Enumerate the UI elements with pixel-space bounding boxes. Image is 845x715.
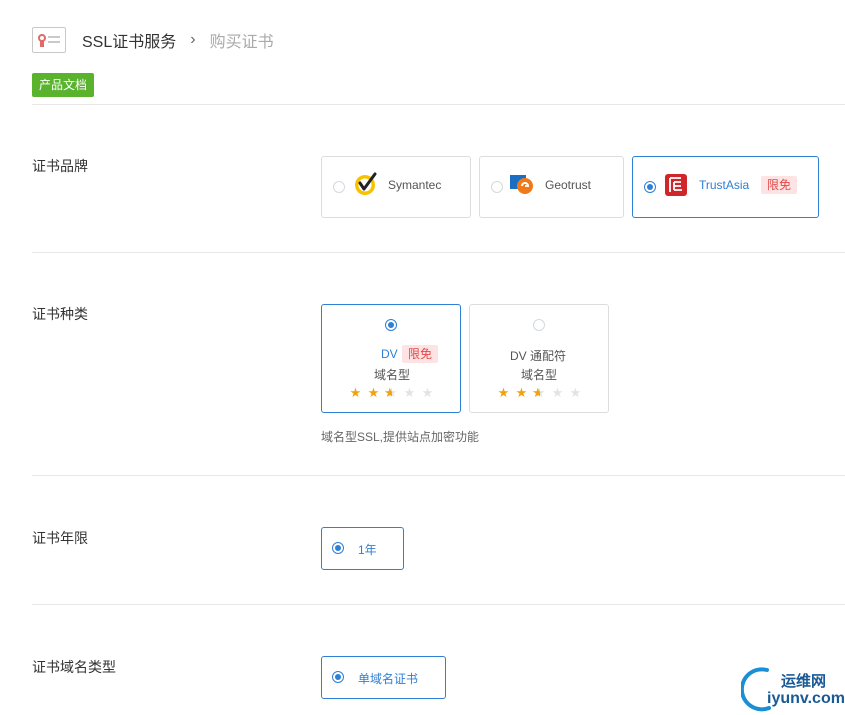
star-empty-icon: ★ bbox=[551, 385, 564, 400]
symantec-check-icon bbox=[355, 172, 377, 195]
type-option-dv[interactable]: DV 限免 域名型 ★ ★ ★ ★ ★ ★ bbox=[321, 304, 461, 413]
rating-stars: ★ ★ ★ ★ ★ ★ bbox=[348, 386, 435, 399]
radio-symantec[interactable] bbox=[333, 181, 345, 193]
breadcrumb-ssl-service[interactable]: SSL证书服务 bbox=[82, 28, 176, 52]
star-full-icon: ★ bbox=[367, 385, 380, 400]
brand-label: 证书品牌 bbox=[32, 158, 88, 174]
geotrust-logo-icon bbox=[510, 175, 533, 194]
star-empty-icon: ★ bbox=[421, 385, 434, 400]
star-empty-icon: ★ bbox=[569, 385, 582, 400]
chevron-right-icon: › bbox=[190, 31, 196, 48]
star-full-icon: ★ bbox=[349, 385, 362, 400]
brand-name-geotrust: Geotrust bbox=[545, 178, 592, 192]
divider bbox=[32, 604, 845, 605]
star-full-icon: ★ bbox=[497, 385, 510, 400]
watermark-text-cn: 运维网 bbox=[781, 673, 827, 690]
radio-years-1[interactable] bbox=[332, 542, 344, 554]
free-tag: 限免 bbox=[761, 176, 798, 194]
star-half-icon: ★ ★ bbox=[532, 385, 546, 400]
watermark-logo: 运维网 iyunv.com bbox=[741, 664, 845, 715]
years-option-1[interactable]: 1年 bbox=[321, 527, 404, 570]
type-sub-dv-wildcard: 域名型 bbox=[521, 368, 558, 382]
star-half-icon: ★ ★ bbox=[384, 385, 398, 400]
type-option-dv-wildcard[interactable]: DV 通配符 域名型 ★ ★ ★ ★ ★ ★ bbox=[469, 304, 609, 413]
product-docs-button[interactable]: 产品文档 bbox=[32, 73, 95, 97]
trustasia-logo-icon bbox=[665, 174, 687, 196]
radio-dv[interactable] bbox=[385, 319, 397, 331]
breadcrumb: SSL证书服务 › 购买证书 bbox=[32, 26, 274, 54]
type-name-dv: DV bbox=[381, 347, 398, 361]
divider bbox=[32, 104, 845, 105]
years-label: 证书年限 bbox=[32, 530, 88, 546]
star-empty-icon: ★ bbox=[403, 385, 416, 400]
domain-type-label: 证书域名类型 bbox=[32, 659, 116, 675]
certificate-icon bbox=[32, 27, 66, 53]
brand-option-trustasia[interactable]: TrustAsia 限免 bbox=[632, 156, 819, 218]
type-name-dv-wildcard: DV 通配符 bbox=[510, 349, 567, 363]
domain-type-option-single[interactable]: 单域名证书 bbox=[321, 656, 446, 699]
star-full-icon: ★ bbox=[515, 385, 528, 400]
radio-domain-single[interactable] bbox=[332, 671, 344, 683]
type-description: 域名型SSL,提供站点加密功能 bbox=[321, 430, 480, 444]
domain-type-option-label: 单域名证书 bbox=[358, 672, 419, 686]
radio-geotrust[interactable] bbox=[491, 181, 503, 193]
breadcrumb-current: 购买证书 bbox=[209, 34, 274, 51]
brand-option-symantec[interactable]: Symantec bbox=[321, 156, 471, 218]
years-option-label: 1年 bbox=[358, 543, 377, 557]
type-label: 证书种类 bbox=[32, 306, 88, 322]
brand-option-geotrust[interactable]: Geotrust bbox=[479, 156, 624, 218]
free-tag: 限免 bbox=[402, 345, 439, 363]
brand-name-symantec: Symantec bbox=[388, 178, 442, 192]
type-sub-dv: 域名型 bbox=[374, 368, 411, 382]
rating-stars: ★ ★ ★ ★ ★ ★ bbox=[496, 386, 583, 399]
divider bbox=[32, 252, 845, 253]
radio-trustasia[interactable] bbox=[644, 181, 656, 193]
divider bbox=[32, 475, 845, 476]
watermark-text-domain: iyunv.com bbox=[767, 690, 845, 707]
brand-name-trustasia: TrustAsia bbox=[699, 178, 750, 192]
radio-dv-wildcard[interactable] bbox=[533, 319, 545, 331]
